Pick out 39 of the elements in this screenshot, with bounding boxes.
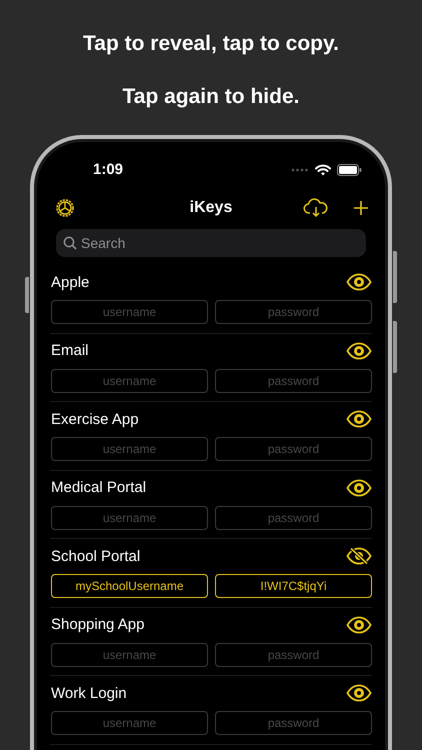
settings-icon[interactable] [54, 197, 76, 219]
battery-icon [337, 164, 362, 176]
headline: Tap to reveal, tap to copy. [83, 31, 339, 56]
eye-icon[interactable] [346, 684, 372, 702]
password-field[interactable]: password [215, 300, 372, 324]
status-time: 1:09 [93, 161, 124, 178]
eye-icon[interactable] [346, 616, 372, 634]
password-field[interactable]: password [215, 437, 372, 461]
entry-name: Work Login [51, 684, 127, 702]
password-field[interactable]: password [215, 506, 372, 530]
cloud-download-icon[interactable] [303, 198, 329, 218]
entry-name: Shopping App [51, 616, 144, 633]
username-field[interactable]: username [51, 300, 208, 324]
entry-name: Exercise App [51, 410, 139, 428]
username-field[interactable]: username [51, 711, 208, 735]
headline: Tap again to hide. [122, 84, 300, 109]
username-field[interactable]: username [51, 437, 208, 461]
password-field[interactable]: password [215, 368, 372, 392]
eye-icon[interactable] [346, 478, 372, 496]
username-field[interactable]: username [51, 368, 208, 392]
signal-icon [291, 168, 309, 172]
password-field[interactable]: password [215, 642, 372, 666]
app-title: iKeys [190, 199, 232, 217]
search-field[interactable]: Search [56, 229, 366, 257]
eye-icon[interactable] [346, 342, 372, 360]
entry-name: School Portal [51, 548, 140, 564]
entry-name: Apple [51, 274, 90, 290]
entry-name: Email [51, 342, 89, 359]
password-field[interactable]: password [215, 711, 372, 735]
add-icon[interactable] [353, 200, 369, 216]
entry-name: Medical Portal [51, 479, 146, 496]
eye-icon[interactable] [346, 410, 372, 428]
eye-icon[interactable] [346, 273, 372, 291]
username-field[interactable]: mySchoolUsername [51, 574, 208, 598]
username-field[interactable]: username [51, 642, 208, 666]
hide-icon[interactable] [346, 547, 372, 565]
password-field[interactable]: I!WI7C$tjqYi [215, 574, 372, 598]
username-field[interactable]: username [51, 506, 208, 530]
wifi-icon [315, 164, 331, 176]
